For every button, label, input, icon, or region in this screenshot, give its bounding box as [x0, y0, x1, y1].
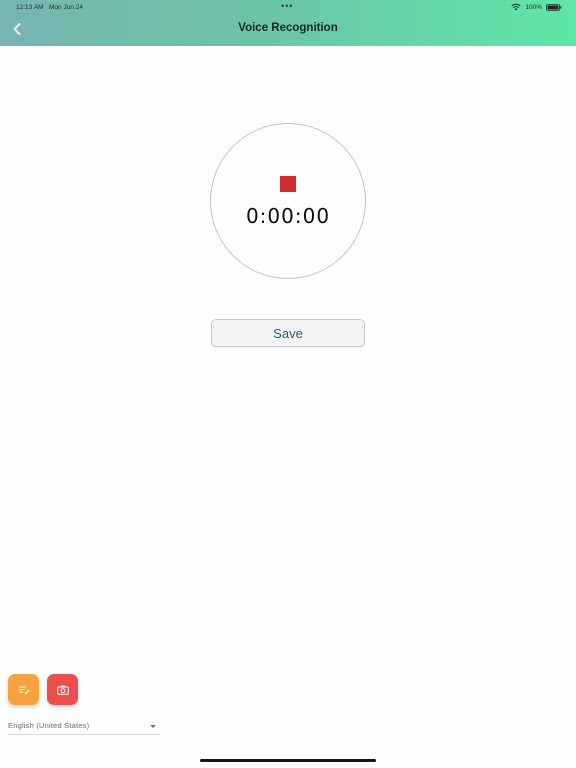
save-button[interactable]: Save: [211, 319, 365, 347]
battery-icon: [546, 3, 562, 11]
notes-button[interactable]: [8, 674, 39, 705]
notes-icon: [18, 685, 29, 694]
header-bar: 12:13 AM Mon Jun 24 ••• 100% Voice Recog…: [0, 0, 576, 46]
stop-square-icon[interactable]: [280, 176, 296, 192]
battery-percent: 100%: [525, 3, 542, 11]
recording-timer: 0:00:00: [245, 204, 331, 228]
page-title: Voice Recognition: [238, 22, 338, 34]
camera-button[interactable]: [47, 674, 78, 705]
status-right: 100%: [511, 3, 562, 11]
wifi-icon: [511, 3, 521, 11]
multitasking-dots-icon[interactable]: •••: [281, 1, 293, 11]
status-date: Mon Jun 24: [49, 4, 83, 11]
home-indicator[interactable]: [200, 759, 376, 762]
record-button[interactable]: 0:00:00: [210, 123, 366, 279]
camera-icon: [56, 685, 69, 695]
language-select[interactable]: English (United States): [8, 718, 160, 735]
dropdown-arrow-icon: [150, 725, 156, 728]
language-select-value: English (United States): [8, 721, 90, 730]
status-time: 12:13 AM: [16, 4, 44, 11]
status-bar: 12:13 AM Mon Jun 24 ••• 100%: [0, 0, 576, 14]
